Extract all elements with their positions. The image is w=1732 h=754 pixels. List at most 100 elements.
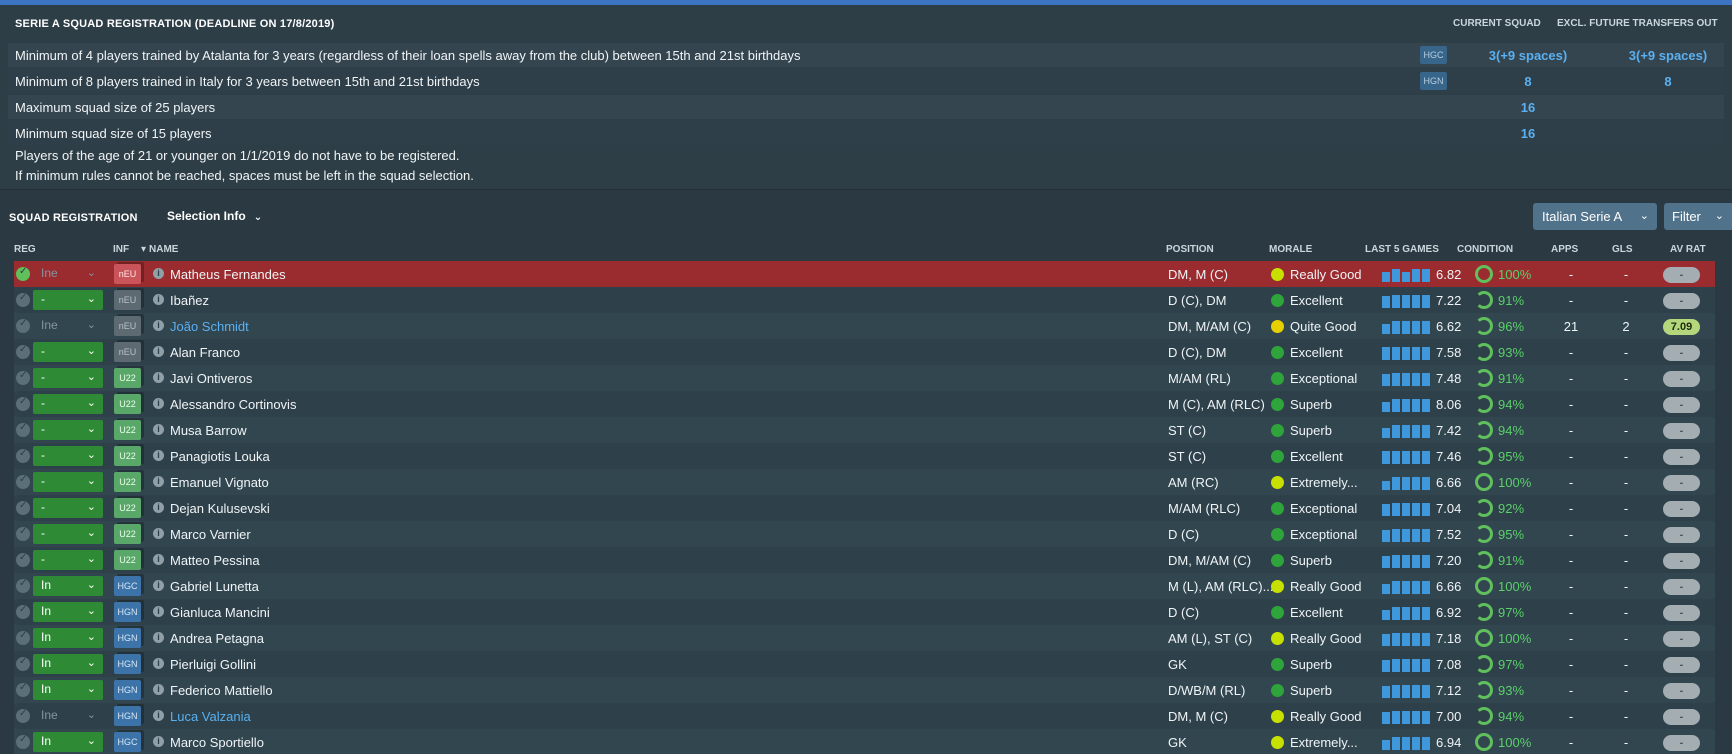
player-name-link[interactable]: Emanuel Vignato <box>170 475 269 490</box>
registration-select[interactable]: - ⌄ <box>33 290 103 310</box>
registration-check-icon[interactable] <box>16 292 30 307</box>
info-icon[interactable]: i <box>153 554 164 565</box>
col-apps[interactable]: APPS <box>1551 244 1578 255</box>
player-name-link[interactable]: Panagiotis Louka <box>170 449 270 464</box>
registration-check-icon[interactable] <box>16 396 30 411</box>
table-row[interactable]: -⌄U22iMusa BarrowST (C)Superb7.4294%--- <box>14 417 1715 443</box>
col-reg[interactable]: REG <box>14 244 36 255</box>
registration-select[interactable]: Ine ⌄ <box>33 264 103 284</box>
registration-check-icon[interactable] <box>16 526 30 541</box>
registration-check-icon[interactable] <box>16 448 30 463</box>
registration-check-icon[interactable] <box>16 318 30 333</box>
player-name-link[interactable]: Gianluca Mancini <box>170 605 270 620</box>
table-row[interactable]: In ⌄ HGN i Andrea Petagna AM (L), ST (C) Reall… <box>14 625 1715 651</box>
table-row[interactable]: In ⌄ HGN i Pierluigi Gollini GK Superb 7.08 97% -… <box>14 651 1715 677</box>
player-name-link[interactable]: Musa Barrow <box>170 423 247 438</box>
table-row[interactable]: -⌄U22iJavi OntiverosM/AM (RL)Exceptional… <box>14 365 1715 391</box>
registration-check-icon[interactable] <box>16 344 30 359</box>
registration-select[interactable]: Ine ⌄ <box>33 706 103 726</box>
league-dropdown[interactable]: Italian Serie A ⌄ <box>1533 203 1657 230</box>
info-icon[interactable]: i <box>153 606 164 617</box>
player-name-link[interactable]: Federico Mattiello <box>170 683 273 698</box>
selection-info-dropdown[interactable]: Selection Info ⌄ <box>167 209 262 223</box>
info-icon[interactable]: i <box>153 320 164 331</box>
registration-check-icon[interactable] <box>16 734 30 749</box>
table-row[interactable]: In ⌄ HGN i Federico Mattiello D/WB/M (RL) Supe… <box>14 677 1715 703</box>
registration-check-icon[interactable] <box>16 552 30 567</box>
table-row[interactable]: -⌄nEUiAlan FrancoD (C), DMExcellent7.589… <box>14 339 1715 365</box>
info-icon[interactable]: i <box>153 476 164 487</box>
registration-check-icon[interactable] <box>16 578 30 593</box>
col-position[interactable]: POSITION <box>1166 244 1214 255</box>
info-icon[interactable]: i <box>153 372 164 383</box>
registration-select[interactable]: - ⌄ <box>33 342 103 362</box>
player-name-link[interactable]: Andrea Petagna <box>170 631 264 646</box>
col-inf[interactable]: INF <box>113 244 129 255</box>
player-name-link[interactable]: Luca Valzania <box>170 709 251 724</box>
col-gls[interactable]: GLS <box>1612 244 1633 255</box>
registration-select[interactable]: In ⌄ <box>33 680 103 700</box>
registration-select[interactable]: In ⌄ <box>33 628 103 648</box>
table-row[interactable]: Ine ⌄ nEU i Matheus Fernandes DM, M (C) Really… <box>14 261 1715 287</box>
info-icon[interactable]: i <box>153 580 164 591</box>
registration-select[interactable]: In ⌄ <box>33 602 103 622</box>
player-name-link[interactable]: João Schmidt <box>170 319 249 334</box>
info-icon[interactable]: i <box>153 450 164 461</box>
table-row[interactable]: -⌄U22iEmanuel VignatoAM (RC)Extremely...… <box>14 469 1715 495</box>
table-row[interactable]: -⌄U22iAlessandro CortinovisM (C), AM (RL… <box>14 391 1715 417</box>
player-name-link[interactable]: Pierluigi Gollini <box>170 657 256 672</box>
registration-select[interactable]: Ine ⌄ <box>33 316 103 336</box>
registration-check-icon[interactable] <box>16 656 30 671</box>
registration-select[interactable]: - ⌄ <box>33 472 103 492</box>
table-row[interactable]: -⌄U22iMarco VarnierD (C)Exceptional7.529… <box>14 521 1715 547</box>
registration-select[interactable]: - ⌄ <box>33 498 103 518</box>
player-name-link[interactable]: Marco Sportiello <box>170 735 264 750</box>
registration-check-icon[interactable] <box>16 474 30 489</box>
col-avrat[interactable]: AV RAT <box>1670 244 1706 255</box>
info-icon[interactable]: i <box>153 710 164 721</box>
info-icon[interactable]: i <box>153 294 164 305</box>
info-icon[interactable]: i <box>153 398 164 409</box>
registration-check-icon[interactable] <box>16 266 30 281</box>
registration-check-icon[interactable] <box>16 500 30 515</box>
player-name-link[interactable]: Ibañez <box>170 293 209 308</box>
player-name-link[interactable]: Matheus Fernandes <box>170 267 286 282</box>
registration-select[interactable]: - ⌄ <box>33 446 103 466</box>
info-icon[interactable]: i <box>153 632 164 643</box>
player-name-link[interactable]: Dejan Kulusevski <box>170 501 270 516</box>
registration-select[interactable]: - ⌄ <box>33 524 103 544</box>
registration-select[interactable]: - ⌄ <box>33 368 103 388</box>
info-icon[interactable]: i <box>153 658 164 669</box>
col-name[interactable]: NAME <box>149 244 178 255</box>
table-row[interactable]: In ⌄ HGN i Gianluca Mancini D (C) Excellent 6.9… <box>14 599 1715 625</box>
player-name-link[interactable]: Alessandro Cortinovis <box>170 397 296 412</box>
table-row[interactable]: -⌄nEUiIbañezD (C), DMExcellent7.2291%--- <box>14 287 1715 313</box>
col-condition[interactable]: CONDITION <box>1457 244 1513 255</box>
player-name-link[interactable]: Marco Varnier <box>170 527 251 542</box>
registration-check-icon[interactable] <box>16 422 30 437</box>
table-row[interactable]: -⌄U22iDejan KulusevskiM/AM (RLC)Exceptio… <box>14 495 1715 521</box>
filter-dropdown[interactable]: Filter ⌄ <box>1664 203 1732 230</box>
player-name-link[interactable]: Javi Ontiveros <box>170 371 252 386</box>
info-icon[interactable]: i <box>153 268 164 279</box>
registration-select[interactable]: In ⌄ <box>33 654 103 674</box>
registration-check-icon[interactable] <box>16 604 30 619</box>
info-icon[interactable]: i <box>153 424 164 435</box>
registration-select[interactable]: In ⌄ <box>33 576 103 596</box>
info-icon[interactable]: i <box>153 346 164 357</box>
registration-select[interactable]: - ⌄ <box>33 394 103 414</box>
registration-check-icon[interactable] <box>16 370 30 385</box>
player-name-link[interactable]: Gabriel Lunetta <box>170 579 259 594</box>
registration-select[interactable]: - ⌄ <box>33 550 103 570</box>
player-name-link[interactable]: Matteo Pessina <box>170 553 260 568</box>
col-last5[interactable]: LAST 5 GAMES <box>1365 244 1439 255</box>
info-icon[interactable]: i <box>153 736 164 747</box>
table-row[interactable]: Ine ⌄ nEU i João Schmidt DM, M/AM (C) Quite Go… <box>14 313 1715 339</box>
registration-select[interactable]: - ⌄ <box>33 420 103 440</box>
table-row[interactable]: -⌄U22iPanagiotis LoukaST (C)Excellent7.4… <box>14 443 1715 469</box>
col-morale[interactable]: MORALE <box>1269 244 1312 255</box>
info-icon[interactable]: i <box>153 502 164 513</box>
table-row[interactable]: In ⌄ HGC i Marco Sportiello GK Extremely... 6.9… <box>14 729 1715 754</box>
table-row[interactable]: In ⌄ HGC i Gabriel Lunetta M (L), AM (RLC)...… <box>14 573 1715 599</box>
table-row[interactable]: -⌄U22iMatteo PessinaDM, M/AM (C)Superb7.… <box>14 547 1715 573</box>
